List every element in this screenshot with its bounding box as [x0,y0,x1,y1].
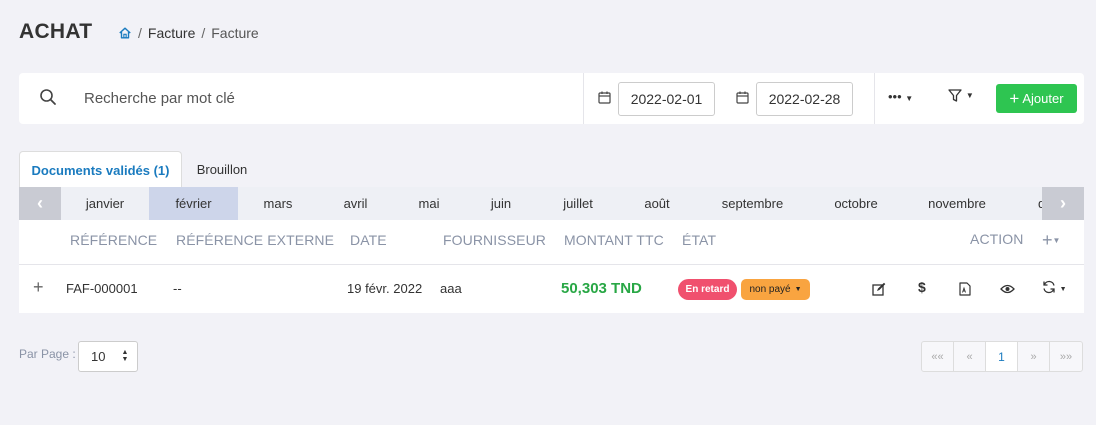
per-page-label: Par Page : [19,347,76,361]
month-item[interactable]: avril [318,187,393,220]
view-icon[interactable] [1000,284,1015,294]
cell-external-reference: -- [173,281,182,296]
home-icon[interactable] [118,26,132,40]
more-options-button[interactable]: ••• ▼ [888,89,913,104]
per-page-value: 10 [91,349,106,364]
breadcrumb-item[interactable]: Facture [148,25,195,41]
previous-page-button[interactable]: « [954,342,986,371]
column-header-date[interactable]: DATE [350,232,387,248]
month-item[interactable]: août [619,187,695,220]
month-item[interactable]: septembre [695,187,810,220]
column-header-supplier[interactable]: FOURNISSEUR [443,232,546,248]
chevron-down-icon: ▼ [965,91,974,100]
next-page-button[interactable]: » [1018,342,1050,371]
column-header-state[interactable]: ÉTAT [682,232,716,248]
column-header-amount[interactable]: MONTANT TTC [564,232,664,248]
tab-drafts[interactable]: Brouillon [182,151,262,188]
tab-validated-documents[interactable]: Documents validés (1) [19,151,182,188]
search-input[interactable] [72,80,572,116]
last-page-button[interactable]: »» [1050,342,1082,371]
cell-date: 19 févr. 2022 [347,281,423,296]
date-to-input[interactable]: 2022-02-28 [756,82,853,116]
month-item[interactable]: octobre [810,187,902,220]
filter-button[interactable]: ▼ [948,89,974,105]
pagination: «« « 1 » »» [921,341,1083,372]
payment-status-label: non payé [749,284,791,295]
page-title: ACHAT [19,20,93,43]
add-button-label: Ajouter [1022,91,1064,106]
divider [583,73,584,124]
chevron-right-icon: › [1060,193,1066,213]
month-item[interactable]: mai [393,187,465,220]
month-next-button[interactable]: › [1042,187,1084,220]
plus-icon: + [33,277,44,297]
month-item[interactable]: janvier [61,187,149,220]
date-from-input[interactable]: 2022-02-01 [618,82,715,116]
sort-caret-icon: ▲ ▼ [121,349,129,363]
chevron-down-icon: ▼ [905,94,914,103]
month-item-selected[interactable]: février [149,187,238,220]
chevron-left-icon: ‹ [37,193,43,213]
sync-icon [1043,280,1055,294]
per-page-select[interactable]: 10 ▲ ▼ [78,341,138,372]
expand-row-button[interactable]: + [33,277,44,298]
cell-reference[interactable]: FAF-000001 [66,281,138,296]
breadcrumb-separator: / [138,25,142,41]
search-icon [40,89,56,105]
month-item[interactable]: novembre [902,187,1012,220]
breadcrumb-item-current: Facture [211,25,259,41]
month-prev-button[interactable]: ‹ [19,187,61,220]
plus-icon: + [1042,230,1053,250]
pdf-icon[interactable] [959,282,971,296]
page-number-button[interactable]: 1 [986,342,1018,371]
chevron-down-icon: ▼ [1059,286,1067,293]
month-item[interactable]: mars [238,187,318,220]
plus-icon: + [1009,89,1020,108]
column-header-action: ACTION [970,231,1024,247]
calendar-icon[interactable] [598,91,611,104]
payment-icon[interactable]: $ [918,279,926,295]
cell-supplier: aaa [440,281,462,296]
breadcrumb-separator: / [201,25,206,41]
convert-dropdown-button[interactable]: ▼ [1042,280,1067,297]
edit-icon[interactable] [872,282,886,296]
caret-down-icon: ▼ [794,286,802,293]
month-item[interactable]: juillet [537,187,619,220]
column-header-reference[interactable]: RÉFÉRENCE [70,232,157,248]
chevron-down-icon: ▼ [1052,236,1061,245]
status-badge-late: En retard [678,279,737,300]
cell-amount: 50,303 TND [561,280,642,297]
more-options-icon: ••• [888,89,902,104]
month-item[interactable]: juin [465,187,537,220]
first-page-button[interactable]: «« [922,342,954,371]
divider [19,264,1084,265]
calendar-icon[interactable] [736,91,749,104]
payment-status-dropdown[interactable]: non payé ▼ [741,279,810,300]
column-header-external-reference[interactable]: RÉFÉRENCE EXTERNE [176,232,334,248]
divider [874,73,875,124]
column-settings-button[interactable]: +▼ [1042,230,1060,251]
breadcrumb: / Facture / Facture [118,25,259,41]
add-button[interactable]: + Ajouter [996,84,1077,113]
filter-icon [948,89,962,102]
